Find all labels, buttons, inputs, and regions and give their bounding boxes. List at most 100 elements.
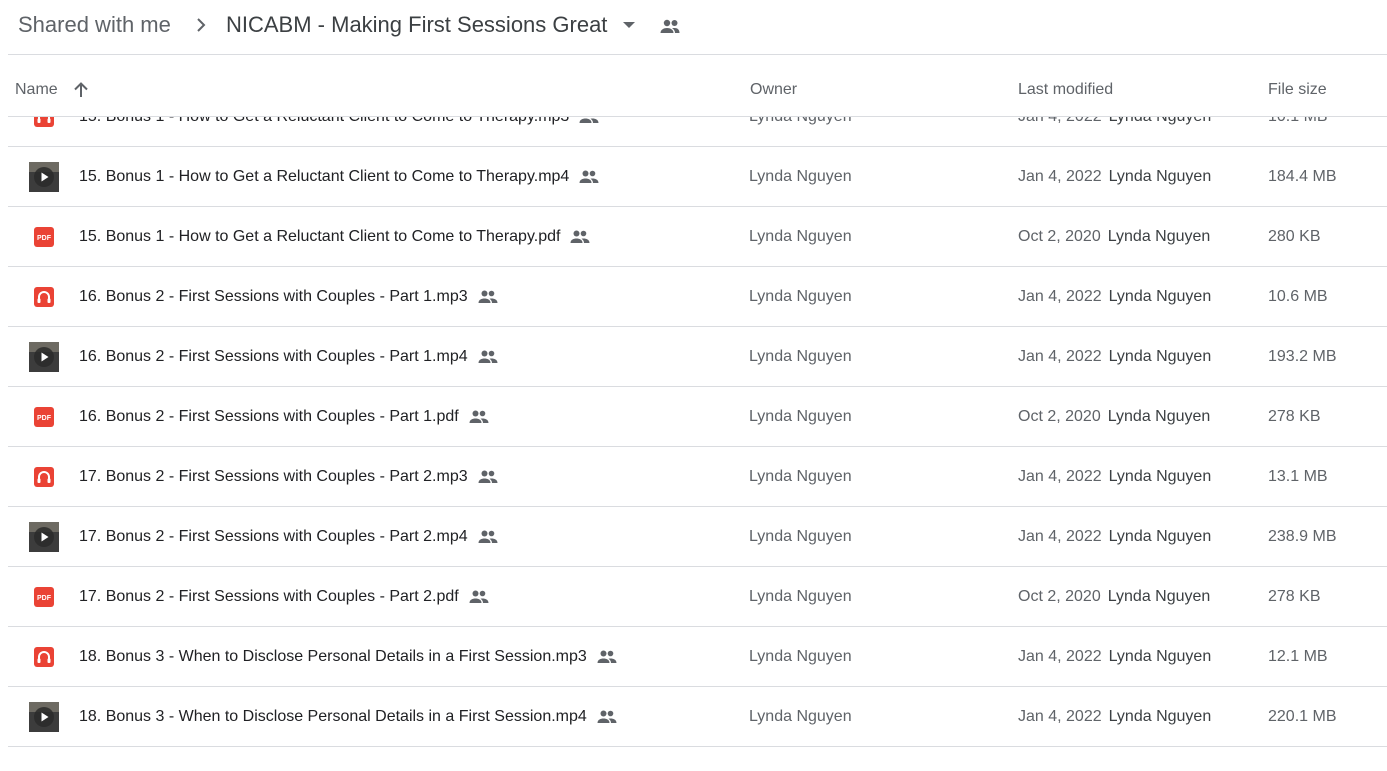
- file-last-modified: Jan 4, 2022 Lynda Nguyen: [1018, 527, 1211, 547]
- modified-date: Jan 4, 2022: [1018, 528, 1102, 545]
- file-row[interactable]: 16. Bonus 2 - First Sessions with Couple…: [0, 327, 1387, 387]
- shared-people-icon: [478, 530, 498, 543]
- modified-by: Lynda Nguyen: [1108, 528, 1212, 545]
- modified-date: Jan 4, 2022: [1018, 708, 1102, 725]
- modified-by: Lynda Nguyen: [1107, 228, 1211, 245]
- modified-date: Jan 4, 2022: [1018, 348, 1102, 365]
- pdf-file-icon: PDF: [34, 587, 54, 607]
- file-row[interactable]: PDF 17. Bonus 2 - First Sessions with Cou…: [0, 567, 1387, 627]
- file-last-modified: Jan 4, 2022 Lynda Nguyen: [1018, 287, 1211, 307]
- file-size: 238.9 MB: [1268, 528, 1337, 545]
- file-size: 278 KB: [1268, 408, 1321, 425]
- file-last-modified: Oct 2, 2020 Lynda Nguyen: [1018, 587, 1210, 607]
- modified-by: Lynda Nguyen: [1108, 288, 1212, 305]
- video-thumbnail-icon: [29, 522, 59, 552]
- file-size: 220.1 MB: [1268, 708, 1337, 725]
- file-last-modified: Jan 4, 2022 Lynda Nguyen: [1018, 167, 1211, 187]
- file-row[interactable]: 17. Bonus 2 - First Sessions with Couple…: [0, 507, 1387, 567]
- file-name: 17. Bonus 2 - First Sessions with Couple…: [79, 467, 499, 487]
- file-name: 15. Bonus 1 - How to Get a Reluctant Cli…: [79, 167, 600, 187]
- modified-by: Lynda Nguyen: [1108, 168, 1212, 185]
- file-name: 16. Bonus 2 - First Sessions with Couple…: [79, 347, 499, 367]
- file-row[interactable]: 17. Bonus 2 - First Sessions with Couple…: [0, 447, 1387, 507]
- file-size: 280 KB: [1268, 228, 1321, 245]
- file-row[interactable]: 18. Bonus 3 - When to Disclose Personal …: [0, 627, 1387, 687]
- file-owner: Lynda Nguyen: [749, 288, 852, 305]
- shared-people-icon: [570, 230, 590, 243]
- file-name: 17. Bonus 2 - First Sessions with Couple…: [79, 587, 490, 607]
- modified-by: Lynda Nguyen: [1108, 708, 1212, 725]
- modified-date: Jan 4, 2022: [1018, 117, 1102, 125]
- file-row[interactable]: 15. Bonus 1 - How to Get a Reluctant Cli…: [0, 117, 1387, 147]
- file-size: 278 KB: [1268, 588, 1321, 605]
- breadcrumb: Shared with me NICABM - Making First Ses…: [0, 0, 1387, 54]
- file-owner: Lynda Nguyen: [749, 168, 852, 185]
- shared-people-icon: [579, 170, 599, 183]
- file-size: 10.1 MB: [1268, 117, 1328, 127]
- file-last-modified: Oct 2, 2020 Lynda Nguyen: [1018, 407, 1210, 427]
- header-divider: [8, 54, 1387, 55]
- file-owner: Lynda Nguyen: [749, 228, 852, 245]
- file-name-text: 17. Bonus 2 - First Sessions with Couple…: [79, 528, 468, 545]
- modified-by: Lynda Nguyen: [1108, 348, 1212, 365]
- file-size: 12.1 MB: [1268, 648, 1328, 665]
- file-row[interactable]: PDF 15. Bonus 1 - How to Get a Reluctant …: [0, 207, 1387, 267]
- modified-by: Lynda Nguyen: [1108, 648, 1212, 665]
- column-header-file-size[interactable]: File size: [1268, 80, 1327, 100]
- file-name: 15. Bonus 1 - How to Get a Reluctant Cli…: [79, 227, 591, 247]
- file-name: 16. Bonus 2 - First Sessions with Couple…: [79, 287, 499, 307]
- file-name: 18. Bonus 3 - When to Disclose Personal …: [79, 707, 618, 727]
- file-row[interactable]: 15. Bonus 1 - How to Get a Reluctant Cli…: [0, 147, 1387, 207]
- shared-people-icon: [478, 350, 498, 363]
- file-name-text: 16. Bonus 2 - First Sessions with Couple…: [79, 288, 468, 305]
- file-owner: Lynda Nguyen: [749, 408, 852, 425]
- file-name-text: 18. Bonus 3 - When to Disclose Personal …: [79, 708, 587, 725]
- file-name-text: 16. Bonus 2 - First Sessions with Couple…: [79, 348, 468, 365]
- video-thumbnail-icon: [29, 702, 59, 732]
- file-name-text: 15. Bonus 1 - How to Get a Reluctant Cli…: [79, 168, 570, 185]
- file-last-modified: Jan 4, 2022 Lynda Nguyen: [1018, 647, 1211, 667]
- shared-people-icon: [478, 470, 498, 483]
- file-last-modified: Jan 4, 2022 Lynda Nguyen: [1018, 347, 1211, 367]
- file-name: 16. Bonus 2 - First Sessions with Couple…: [79, 407, 490, 427]
- column-header-owner: Owner: [750, 81, 798, 98]
- file-size: 10.6 MB: [1268, 288, 1328, 305]
- column-header-name[interactable]: Name: [15, 80, 58, 100]
- shared-people-icon: [597, 710, 617, 723]
- file-name: 15. Bonus 1 - How to Get a Reluctant Cli…: [79, 117, 600, 127]
- file-name-text: 17. Bonus 2 - First Sessions with Couple…: [79, 588, 459, 605]
- sort-ascending-arrow-icon[interactable]: [70, 79, 92, 101]
- modified-date: Oct 2, 2020: [1018, 408, 1101, 425]
- file-owner: Lynda Nguyen: [749, 468, 852, 485]
- shared-folder-icon[interactable]: [658, 15, 682, 39]
- audio-file-icon: [34, 467, 54, 487]
- file-size: 193.2 MB: [1268, 348, 1337, 365]
- modified-date: Jan 4, 2022: [1018, 168, 1102, 185]
- file-last-modified: Jan 4, 2022 Lynda Nguyen: [1018, 467, 1211, 487]
- video-thumbnail-icon: [29, 162, 59, 192]
- file-owner: Lynda Nguyen: [749, 528, 852, 545]
- modified-date: Jan 4, 2022: [1018, 468, 1102, 485]
- column-header-last-modified: Last modified: [1018, 81, 1114, 98]
- modified-by: Lynda Nguyen: [1108, 468, 1212, 485]
- modified-date: Jan 4, 2022: [1018, 648, 1102, 665]
- audio-file-icon: [34, 117, 54, 127]
- breadcrumb-current-folder[interactable]: NICABM - Making First Sessions Great: [226, 11, 607, 39]
- caret-down-icon[interactable]: [621, 19, 637, 31]
- shared-people-icon: [469, 590, 489, 603]
- file-owner: Lynda Nguyen: [749, 117, 852, 127]
- modified-date: Jan 4, 2022: [1018, 288, 1102, 305]
- file-row[interactable]: 16. Bonus 2 - First Sessions with Couple…: [0, 267, 1387, 327]
- shared-people-icon: [579, 118, 599, 123]
- shared-people-icon: [478, 290, 498, 303]
- file-last-modified: Jan 4, 2022 Lynda Nguyen: [1018, 707, 1211, 727]
- file-owner: Lynda Nguyen: [749, 348, 852, 365]
- file-name: 18. Bonus 3 - When to Disclose Personal …: [79, 647, 618, 667]
- file-size: 184.4 MB: [1268, 168, 1337, 185]
- file-row[interactable]: 18. Bonus 3 - When to Disclose Personal …: [0, 687, 1387, 747]
- breadcrumb-shared-with-me[interactable]: Shared with me: [18, 11, 171, 39]
- audio-file-icon: [34, 287, 54, 307]
- shared-people-icon: [469, 410, 489, 423]
- file-row[interactable]: PDF 16. Bonus 2 - First Sessions with Cou…: [0, 387, 1387, 447]
- file-owner: Lynda Nguyen: [749, 588, 852, 605]
